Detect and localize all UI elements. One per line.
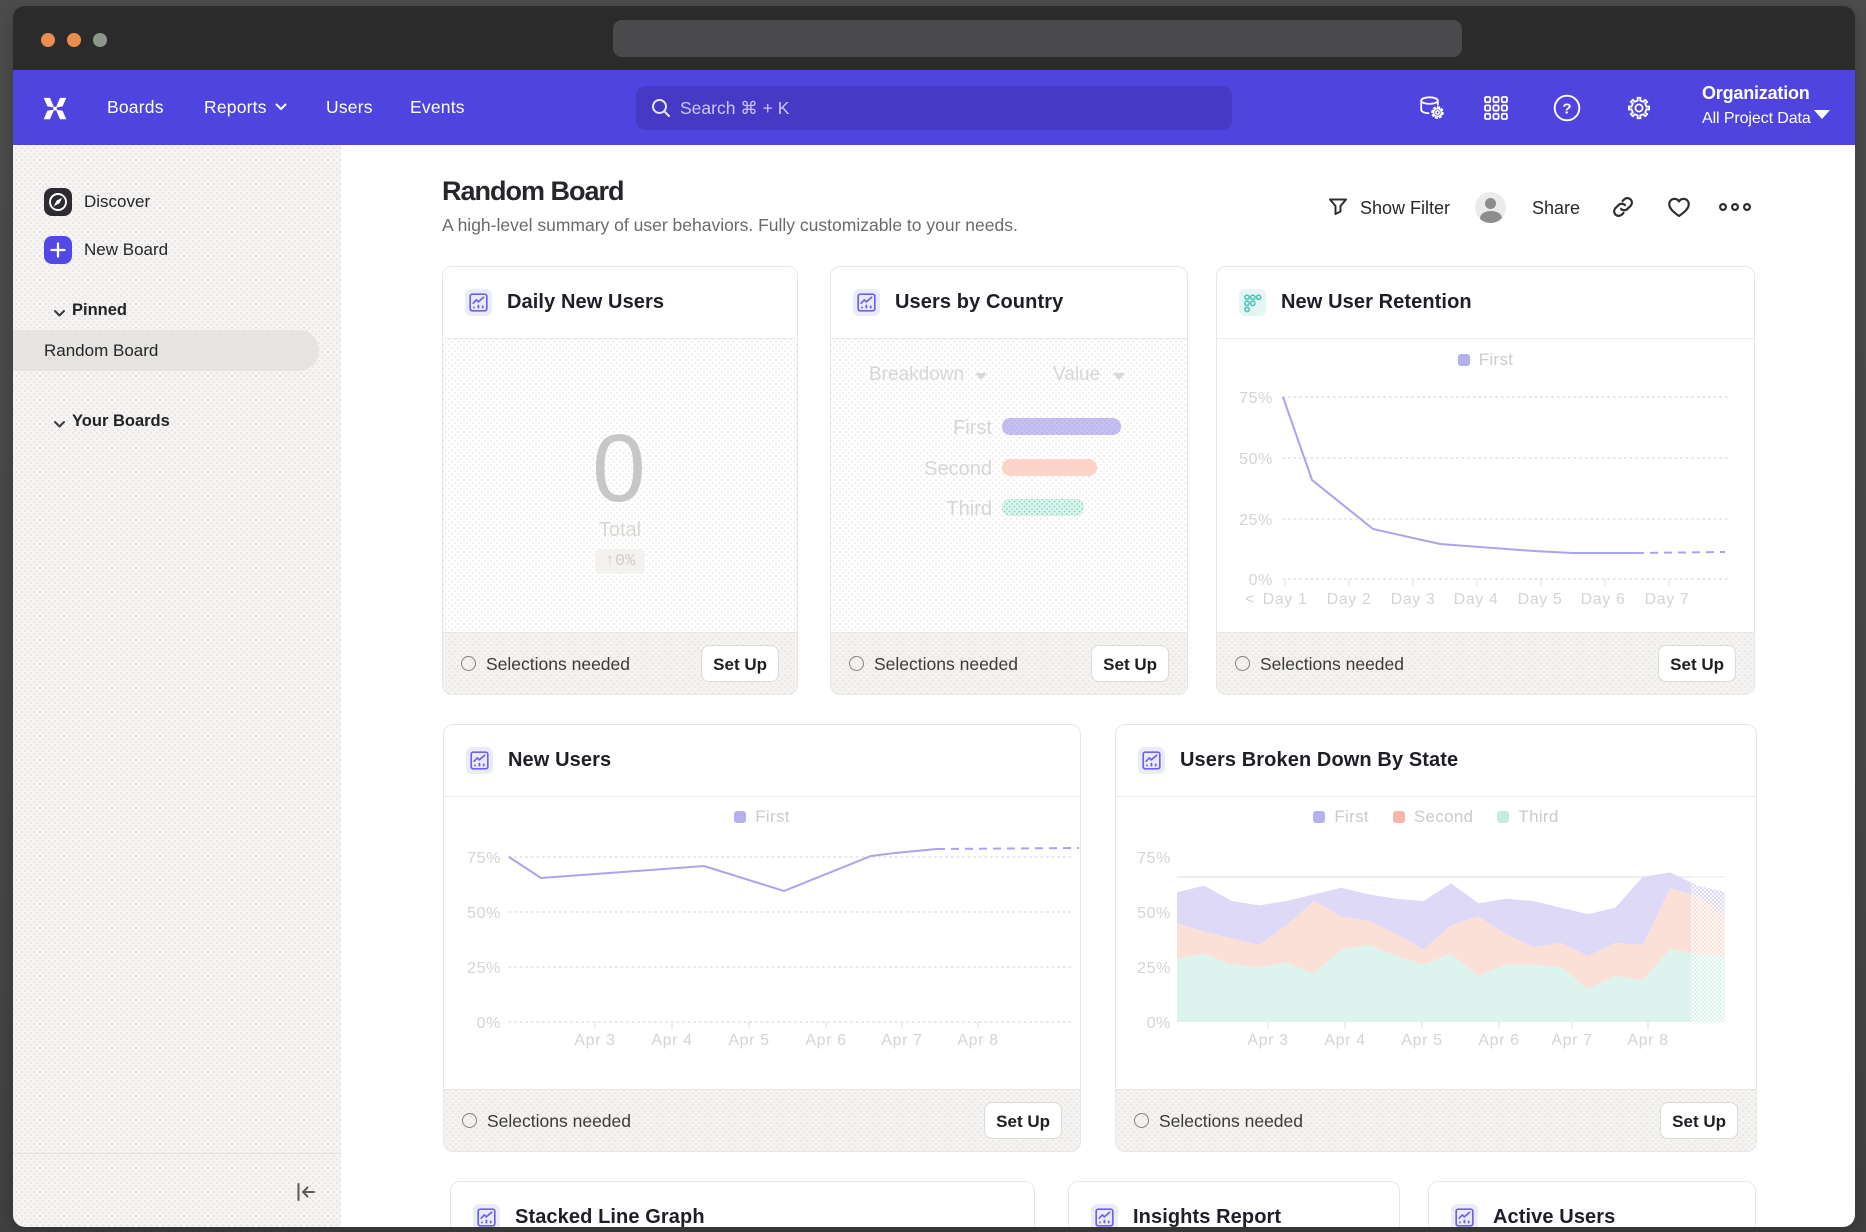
svg-text:75%: 75% — [1239, 390, 1273, 407]
svg-text:50%: 50% — [467, 905, 501, 922]
svg-text:Apr 5: Apr 5 — [1401, 1032, 1442, 1049]
svg-text:0%: 0% — [477, 1015, 501, 1032]
svg-text:Day 3: Day 3 — [1391, 591, 1436, 608]
svg-text:0%: 0% — [1147, 1015, 1171, 1032]
svg-text:Apr 5: Apr 5 — [728, 1032, 769, 1049]
svg-text:75%: 75% — [1137, 850, 1171, 867]
svg-text:Day 5: Day 5 — [1518, 591, 1563, 608]
svg-text:25%: 25% — [1239, 512, 1273, 529]
svg-text:Apr 6: Apr 6 — [1478, 1032, 1519, 1049]
svg-text:Apr 8: Apr 8 — [1627, 1032, 1668, 1049]
svg-text:Apr 6: Apr 6 — [805, 1032, 846, 1049]
svg-text:50%: 50% — [1137, 905, 1171, 922]
svg-text:<: < — [1245, 591, 1255, 608]
svg-text:Day 7: Day 7 — [1645, 591, 1690, 608]
svg-text:Day 4: Day 4 — [1454, 591, 1499, 608]
svg-text:Apr 4: Apr 4 — [651, 1032, 692, 1049]
svg-text:25%: 25% — [467, 960, 501, 977]
svg-text:Apr 7: Apr 7 — [1551, 1032, 1592, 1049]
svg-text:0%: 0% — [1249, 572, 1273, 589]
svg-text:Apr 7: Apr 7 — [881, 1032, 922, 1049]
svg-text:25%: 25% — [1137, 960, 1171, 977]
svg-text:Apr 8: Apr 8 — [957, 1032, 998, 1049]
svg-text:50%: 50% — [1239, 451, 1273, 468]
svg-text:75%: 75% — [467, 850, 501, 867]
svg-text:?: ? — [1562, 100, 1571, 117]
svg-text:Day 6: Day 6 — [1581, 591, 1626, 608]
svg-text:Apr 3: Apr 3 — [1247, 1032, 1288, 1049]
svg-text:Day 2: Day 2 — [1327, 591, 1372, 608]
svg-text:Apr 4: Apr 4 — [1324, 1032, 1365, 1049]
svg-text:Apr 3: Apr 3 — [574, 1032, 615, 1049]
svg-text:Day 1: Day 1 — [1263, 591, 1308, 608]
